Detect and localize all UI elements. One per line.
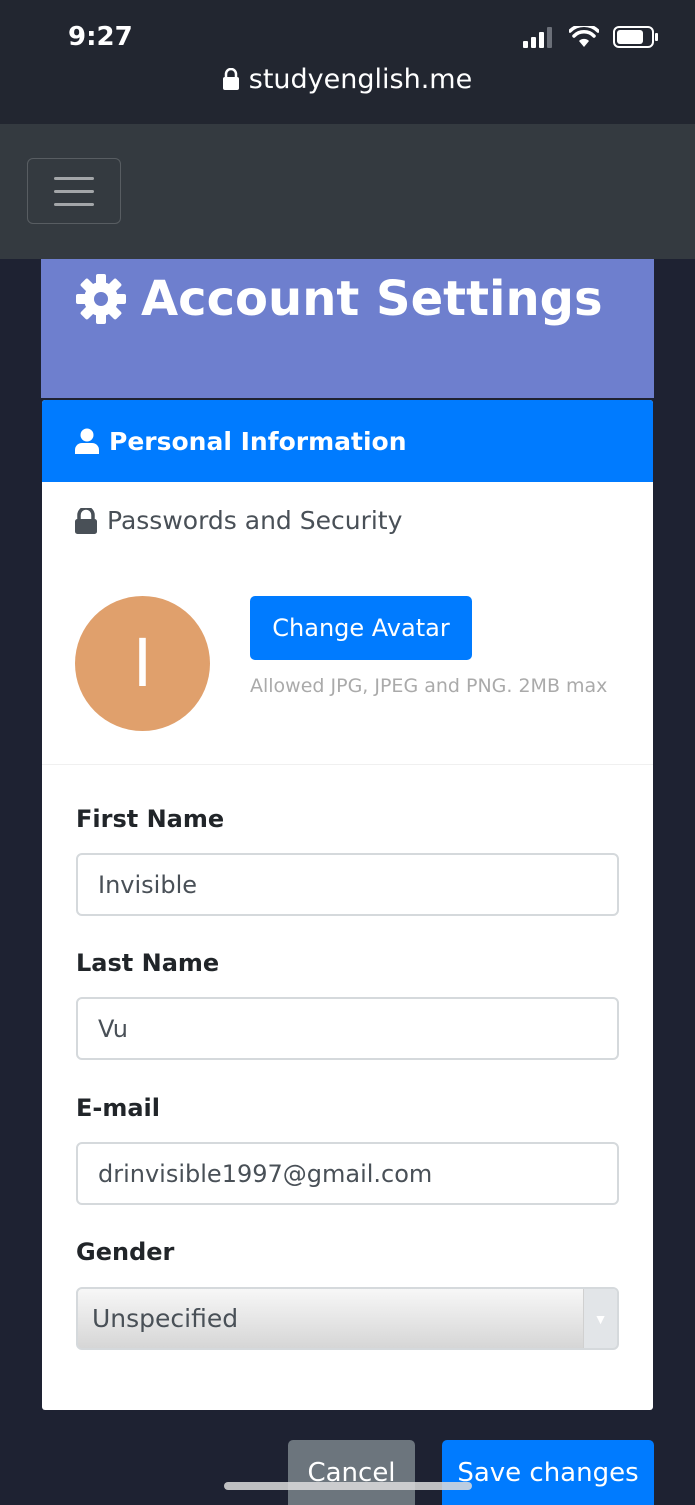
gender-label: Gender — [76, 1238, 175, 1266]
lock-icon — [222, 67, 239, 90]
status-bar: 9:27 studyenglish.me — [0, 0, 695, 124]
address-bar[interactable]: studyenglish.me — [0, 64, 695, 95]
navbar — [0, 124, 695, 259]
tab-personal-information[interactable]: Personal Information — [42, 400, 653, 482]
first-name-input[interactable] — [76, 853, 619, 916]
avatar: I — [75, 596, 210, 731]
email-input[interactable] — [76, 1142, 619, 1205]
wifi-icon — [569, 26, 599, 47]
tab-label: Passwords and Security — [107, 506, 403, 535]
avatar-initial: I — [132, 625, 153, 702]
page-header: Account Settings — [41, 259, 654, 398]
status-icons — [523, 26, 659, 48]
last-name-input[interactable] — [76, 997, 619, 1060]
url-text: studyenglish.me — [248, 64, 473, 95]
change-avatar-button[interactable]: Change Avatar — [250, 596, 472, 660]
lock-icon — [75, 507, 97, 534]
last-name-label: Last Name — [76, 949, 220, 977]
menu-toggle-button[interactable] — [27, 158, 121, 224]
tab-label: Personal Information — [109, 426, 407, 456]
cancel-button[interactable]: Cancel — [288, 1440, 415, 1505]
avatar-help-text: Allowed JPG, JPEG and PNG. 2MB max — [250, 675, 608, 697]
save-changes-button[interactable]: Save changes — [442, 1440, 654, 1505]
hamburger-icon — [54, 176, 94, 180]
page-title-text: Account Settings — [141, 271, 603, 327]
tab-passwords-security[interactable]: Passwords and Security — [75, 506, 402, 535]
gear-icon — [76, 274, 126, 324]
battery-icon — [613, 26, 658, 48]
cellular-signal-icon — [523, 27, 552, 48]
divider — [42, 764, 653, 765]
page-title: Account Settings — [75, 271, 603, 327]
first-name-label: First Name — [76, 805, 225, 833]
settings-card: Personal Information Passwords and Secur… — [42, 400, 653, 1410]
email-label: E-mail — [76, 1094, 161, 1122]
status-time: 9:27 — [68, 22, 133, 52]
gender-select[interactable]: Unspecified ▼ — [76, 1287, 619, 1350]
chevron-down-icon: ▼ — [583, 1289, 617, 1348]
home-indicator — [224, 1482, 472, 1490]
gender-selected-value: Unspecified — [92, 1304, 239, 1333]
user-icon — [75, 428, 99, 454]
